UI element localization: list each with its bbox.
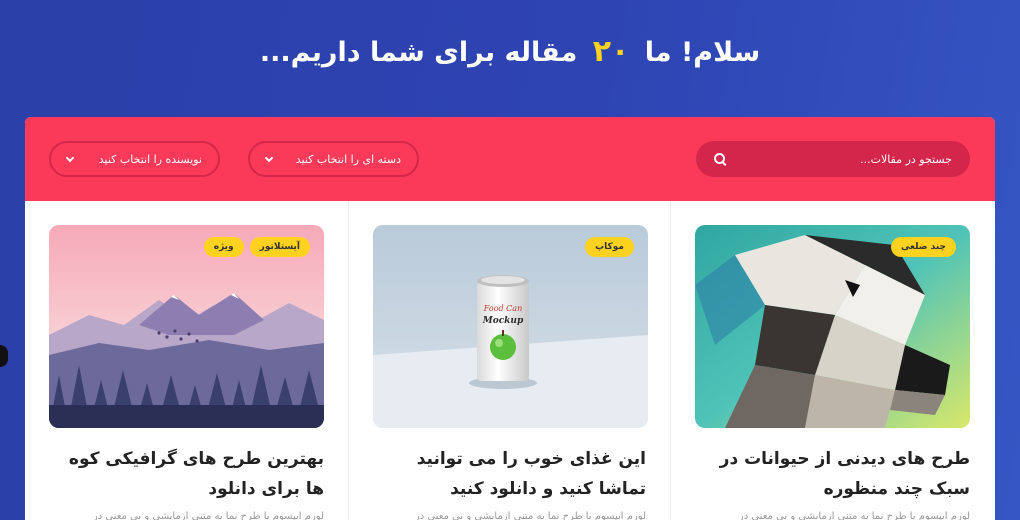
article-thumbnail[interactable]: Food Can Mockup موکاپ <box>373 225 648 428</box>
tag-badge[interactable]: آیستلاتور <box>249 237 310 257</box>
search-icon[interactable] <box>714 152 727 166</box>
author-select[interactable]: نویسنده را انتخاب کنید <box>49 141 220 177</box>
can-label-line1: Food Can <box>483 304 522 313</box>
chevron-down-icon <box>264 153 274 162</box>
page-title: سلام! ما ۲۰ مقاله برای شما داریم... <box>0 34 1020 69</box>
article-excerpt: لورم ایپسوم یا طرح نما به متنی آزمایشی و… <box>414 511 646 520</box>
edge-decoration <box>0 345 8 367</box>
article-thumbnail[interactable]: آیستلاتور ویژه <box>49 225 324 428</box>
article-count: ۲۰ <box>592 34 630 69</box>
tag-badge[interactable]: ویژه <box>203 237 244 257</box>
tag-list: آیستلاتور ویژه <box>203 237 310 257</box>
article-title[interactable]: بهترین طرح های گرافیکی کوه ها برای دانلو… <box>49 444 324 504</box>
articles-panel: جستجو در مقالات... دسته ای را انتخاب کنی… <box>25 117 995 520</box>
article-title[interactable]: طرح های دیدنی از حیوانات در سبک چند منظو… <box>695 444 970 504</box>
article-title[interactable]: این غذای خوب را می توانید تماشا کنید و د… <box>371 444 646 504</box>
article-excerpt: لورم ایپسوم یا طرح نما به متنی آزمایشی و… <box>92 511 324 520</box>
title-suffix: مقاله برای شما داریم... <box>259 37 578 68</box>
category-select[interactable]: دسته ای را انتخاب کنید <box>248 141 419 177</box>
article-excerpt: لورم ایپسوم یا طرح نما به متنی آزمایشی و… <box>738 511 970 520</box>
article-card[interactable]: Food Can Mockup موکاپ این غذای خوب را می… <box>348 201 671 520</box>
tag-list: چند ضلعی <box>890 237 956 257</box>
chevron-down-icon <box>65 153 75 162</box>
article-card[interactable]: آیستلاتور ویژه بهترین طرح های گرافیکی کو… <box>25 201 348 520</box>
filter-bar: جستجو در مقالات... دسته ای را انتخاب کنی… <box>25 117 995 201</box>
title-prefix: سلام! ما <box>644 37 761 68</box>
search-input[interactable]: جستجو در مقالات... <box>696 141 970 177</box>
tag-badge[interactable]: موکاپ <box>585 237 634 257</box>
tag-list: موکاپ <box>585 237 634 257</box>
tag-badge[interactable]: چند ضلعی <box>890 237 956 257</box>
article-thumbnail[interactable]: چند ضلعی <box>695 225 970 428</box>
author-select-label: نویسنده را انتخاب کنید <box>98 152 202 166</box>
can-label-line2: Mockup <box>482 316 524 326</box>
article-card[interactable]: چند ضلعی طرح های دیدنی از حیوانات در سبک… <box>671 201 994 520</box>
category-select-label: دسته ای را انتخاب کنید <box>295 152 401 166</box>
search-placeholder: جستجو در مقالات... <box>860 152 952 166</box>
